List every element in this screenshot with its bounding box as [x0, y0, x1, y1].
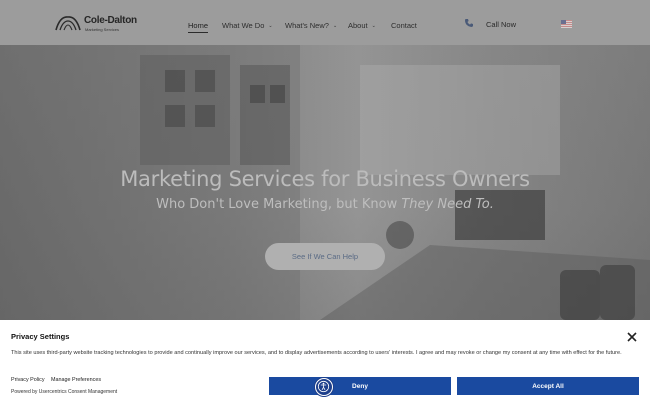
nav-label: About — [348, 21, 368, 30]
close-icon[interactable] — [627, 332, 637, 342]
us-flag-icon[interactable] — [561, 20, 572, 28]
hero-subtitle-text: Who Don't Love Marketing, but Know — [156, 197, 402, 212]
nav-label: What's New? — [285, 21, 329, 30]
chevron-down-icon: ⌄ — [268, 22, 273, 29]
logo-tagline: Marketing Services — [85, 27, 120, 32]
chevron-down-icon: ⌄ — [371, 22, 376, 29]
logo-name: Cole-Dalton — [84, 15, 137, 26]
nav-label: What We Do — [222, 21, 265, 30]
nav-contact[interactable]: Contact — [391, 21, 417, 30]
consent-text: This site uses third-party website track… — [11, 350, 622, 356]
consent-title: Privacy Settings — [11, 332, 70, 341]
deny-button[interactable]: Deny — [269, 377, 451, 395]
logo[interactable]: Cole-Dalton Marketing Services — [54, 12, 137, 36]
hero-subtitle-emphasis: They Need To. — [401, 197, 494, 212]
logo-mark-icon — [55, 16, 81, 31]
phone-icon[interactable] — [464, 18, 474, 28]
chevron-down-icon: ⌄ — [332, 22, 338, 29]
accept-all-button[interactable]: Accept All — [457, 377, 639, 395]
accessibility-icon — [317, 380, 330, 393]
accessibility-button[interactable] — [315, 378, 333, 396]
nav-about[interactable]: About ⌄ — [348, 21, 376, 30]
nav-label: Contact — [391, 21, 417, 30]
hero-section: Marketing Services for Business Owners W… — [0, 45, 650, 320]
call-now-link[interactable]: Call Now — [486, 20, 516, 29]
powered-by-text: Powered by Usercentrics Consent Manageme… — [11, 389, 118, 395]
nav-what-we-do[interactable]: What We Do ⌄ — [222, 21, 273, 30]
nav-whats-new[interactable]: What's New? ⌄ — [285, 21, 337, 30]
hero-subtitle: Who Don't Love Marketing, but Know They … — [0, 197, 650, 212]
manage-preferences-link[interactable]: Manage Preferences — [51, 377, 101, 383]
hero-title: Marketing Services for Business Owners — [120, 167, 530, 191]
cta-button[interactable]: See If We Can Help — [265, 243, 385, 270]
nav-home[interactable]: Home — [188, 21, 209, 33]
privacy-policy-link[interactable]: Privacy Policy — [11, 377, 45, 383]
nav-label: Home — [188, 21, 209, 30]
site-header: Cole-Dalton Marketing Services Home What… — [0, 0, 650, 45]
